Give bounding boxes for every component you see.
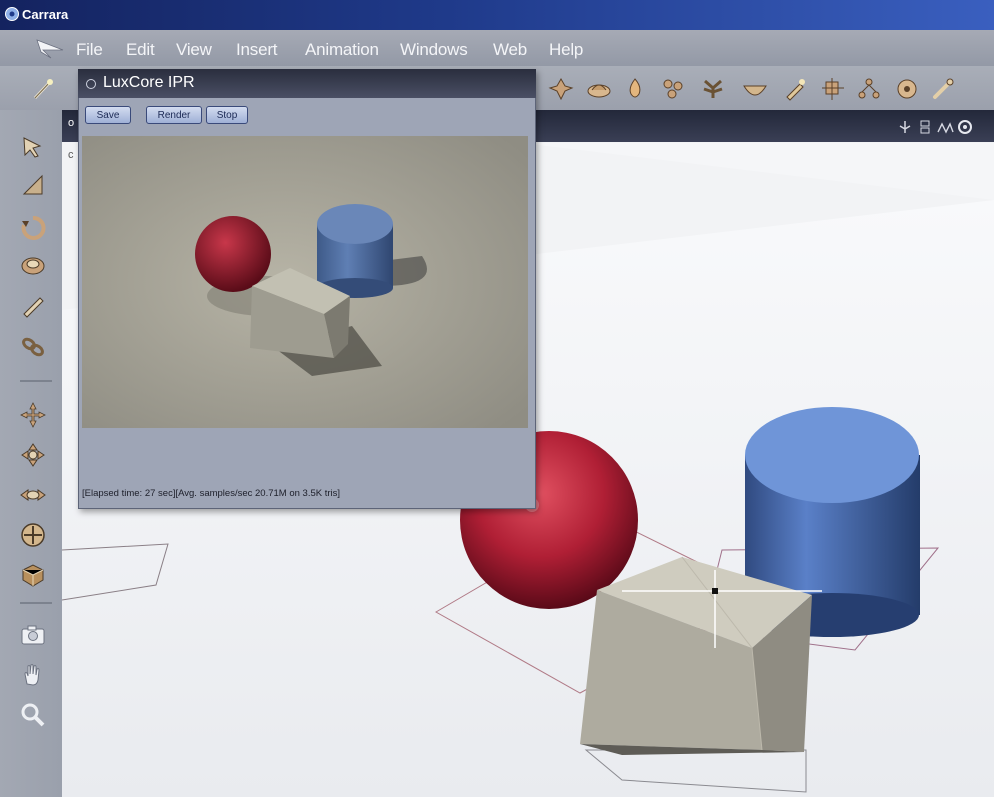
target-icon[interactable] (894, 76, 920, 102)
viewport-corner-label: c (68, 149, 74, 161)
menu-web[interactable]: Web (493, 40, 527, 60)
move-3d-icon[interactable] (18, 520, 48, 550)
viewport-mode-icon[interactable] (936, 118, 954, 136)
toolstrip-divider (20, 380, 52, 382)
move-plane-icon[interactable] (18, 170, 48, 200)
render-button[interactable]: Render (146, 106, 202, 124)
move-xz-icon[interactable] (18, 440, 48, 470)
stop-button[interactable]: Stop (206, 106, 248, 124)
torch-icon[interactable] (782, 76, 808, 102)
menu-file[interactable]: File (76, 40, 103, 60)
pen-icon[interactable] (18, 290, 48, 320)
menu-view[interactable]: View (176, 40, 212, 60)
hierarchy-icon[interactable] (856, 76, 882, 102)
bowl-icon[interactable] (742, 76, 768, 102)
select-arrow-icon[interactable] (18, 132, 48, 162)
save-button[interactable]: Save (85, 106, 131, 124)
joint-icon[interactable] (548, 76, 574, 102)
camera-rig-icon[interactable] (820, 76, 846, 102)
menu-windows[interactable]: Windows (400, 40, 468, 60)
viewport-tree-icon[interactable] (896, 118, 914, 136)
zoom-icon[interactable] (18, 700, 48, 730)
rotate-icon[interactable] (18, 213, 48, 243)
plant-icon[interactable] (700, 76, 726, 102)
render-image (82, 136, 528, 428)
title-bar (0, 0, 994, 30)
rotate-trackball-icon[interactable] (18, 250, 48, 280)
app-icon (5, 7, 19, 21)
viewport-split-icon[interactable] (916, 118, 934, 136)
move-xy-icon[interactable] (18, 400, 48, 430)
ipr-status-text: [Elapsed time: 27 sec][Avg. samples/sec … (82, 488, 341, 499)
bone-icon[interactable] (930, 76, 956, 102)
menu-animation[interactable]: Animation (305, 40, 379, 60)
scale-box-icon[interactable] (18, 560, 48, 590)
link-icon[interactable] (18, 332, 48, 362)
viewport-options-icon[interactable] (956, 118, 974, 136)
fire-icon[interactable] (622, 76, 648, 102)
move-yz-icon[interactable] (18, 480, 48, 510)
ipr-title: LuxCore IPR (103, 74, 195, 91)
ipr-render-preview (82, 136, 528, 428)
wand-icon[interactable] (30, 76, 56, 102)
terrain-icon[interactable] (586, 76, 612, 102)
viewport-menu-label[interactable]: o (68, 117, 74, 129)
camera-icon[interactable] (18, 620, 48, 650)
app-title: Carrara (22, 7, 69, 22)
toolstrip-divider (20, 602, 52, 604)
carrara-logo-icon[interactable] (33, 36, 67, 60)
cube[interactable] (580, 556, 812, 755)
menu-insert[interactable]: Insert (236, 40, 278, 60)
hand-icon[interactable] (18, 660, 48, 690)
particles-icon[interactable] (660, 76, 686, 102)
ipr-close-icon[interactable] (86, 79, 96, 89)
menu-help[interactable]: Help (549, 40, 583, 60)
menu-edit[interactable]: Edit (126, 40, 155, 60)
